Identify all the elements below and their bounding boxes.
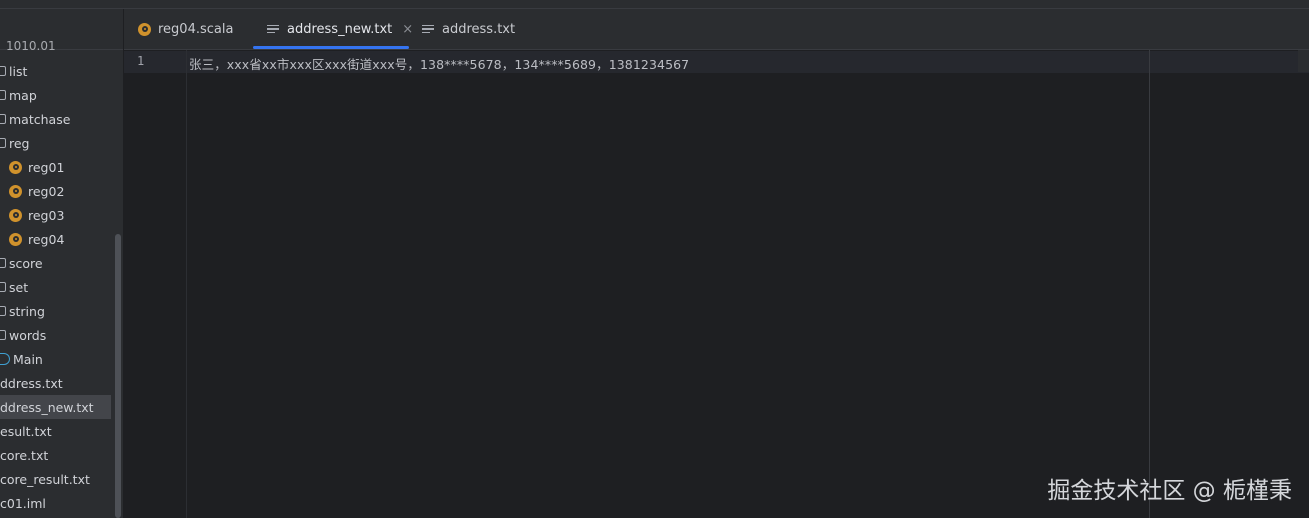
folder-icon <box>0 90 6 100</box>
tree-item-main[interactable]: Main <box>0 347 111 371</box>
folder-icon <box>0 114 6 124</box>
window-top-strip <box>0 0 1309 9</box>
project-tree-panel: 1010.01 list map matchase reg reg01 reg0… <box>0 9 124 518</box>
tree-item-reg02[interactable]: reg02 <box>0 179 111 203</box>
editor-line[interactable]: 张三，xxx省xx市xxx区xxx街道xxx号，138****5678，134*… <box>189 54 689 73</box>
line-number: 1 <box>137 54 145 68</box>
close-icon[interactable]: × <box>402 22 413 37</box>
tree-item-label: set <box>9 279 29 295</box>
tree-item-label: core.txt <box>0 447 49 463</box>
scala-object-icon <box>9 160 22 174</box>
tree-item-reg[interactable]: reg <box>0 131 111 155</box>
sidebar-scrollbar[interactable] <box>115 234 121 518</box>
tab-address-new-txt[interactable]: address_new.txt × <box>267 9 413 49</box>
scala-object-icon <box>9 232 22 246</box>
tab-label: address_new.txt <box>287 21 393 37</box>
scala-object-icon <box>9 184 22 198</box>
text-file-icon <box>422 24 434 34</box>
tree-item-label: list <box>9 63 28 79</box>
folder-icon <box>0 138 6 148</box>
tab-label: address.txt <box>442 21 516 37</box>
right-margin-guide <box>1149 50 1150 518</box>
scala-main-icon <box>0 353 10 365</box>
tree-item-label: Main <box>13 351 43 367</box>
tree-item-clipped[interactable]: 1010.01 <box>6 39 56 53</box>
tree-item-label: reg01 <box>28 159 65 175</box>
folder-icon <box>0 330 6 340</box>
tree-item-reg03[interactable]: reg03 <box>0 203 111 227</box>
tree-item-label: c01.iml <box>0 495 46 511</box>
folder-icon <box>0 258 6 268</box>
tree-item-label: words <box>9 327 47 343</box>
tree-item-reg04[interactable]: reg04 <box>0 227 111 251</box>
tree-item-iml[interactable]: c01.iml <box>0 491 111 515</box>
folder-icon <box>0 306 6 316</box>
active-tab-indicator <box>253 46 409 49</box>
tree-item-label: matchase <box>9 111 71 127</box>
scala-object-icon <box>138 22 151 36</box>
tree-item-list[interactable]: list <box>0 59 111 83</box>
tree-item-label: reg04 <box>28 231 65 247</box>
gutter-divider <box>186 50 187 518</box>
tree-item-label: reg02 <box>28 183 65 199</box>
tree-item-label: reg03 <box>28 207 65 223</box>
text-editor[interactable]: 1 张三，xxx省xx市xxx区xxx街道xxx号，138****5678，13… <box>124 50 1309 518</box>
tree-item-label: score <box>9 255 43 271</box>
scala-object-icon <box>9 208 22 222</box>
tree-item-label: ddress.txt <box>0 375 63 391</box>
editor-scrollbar[interactable] <box>1298 50 1309 72</box>
tree-item-score-result-txt[interactable]: core_result.txt <box>0 467 111 491</box>
tab-label: reg04.scala <box>158 21 234 37</box>
tree-item-label: esult.txt <box>0 423 52 439</box>
tree-item-words[interactable]: words <box>0 323 111 347</box>
text-file-icon <box>267 24 279 34</box>
tree-item-score[interactable]: score <box>0 251 111 275</box>
tree-item-label: core_result.txt <box>0 471 90 487</box>
folder-icon <box>0 282 6 292</box>
tab-reg04-scala[interactable]: reg04.scala <box>138 9 233 49</box>
tree-item-reg01[interactable]: reg01 <box>0 155 111 179</box>
tab-address-txt[interactable]: address.txt <box>422 9 515 49</box>
tree-item-label: ddress_new.txt <box>0 399 94 415</box>
tree-item-score-txt[interactable]: core.txt <box>0 443 111 467</box>
tree-item-string[interactable]: string <box>0 299 111 323</box>
editor-tab-bar: reg04.scala address_new.txt × address.tx… <box>124 9 1309 50</box>
tree-item-matchase[interactable]: matchase <box>0 107 111 131</box>
watermark: 掘金技术社区 @ 栀槿秉 <box>1047 478 1292 504</box>
tree-item-set[interactable]: set <box>0 275 111 299</box>
tree-item-label: map <box>9 87 37 103</box>
tree-item-label: string <box>9 303 45 319</box>
folder-icon <box>0 66 6 76</box>
tree-item-label: reg <box>9 135 30 151</box>
tree-item-result-txt[interactable]: esult.txt <box>0 419 111 443</box>
tree-item-map[interactable]: map <box>0 83 111 107</box>
tree-item-address-txt[interactable]: ddress.txt <box>0 371 111 395</box>
tree-item-address-new-txt[interactable]: ddress_new.txt <box>0 395 111 419</box>
